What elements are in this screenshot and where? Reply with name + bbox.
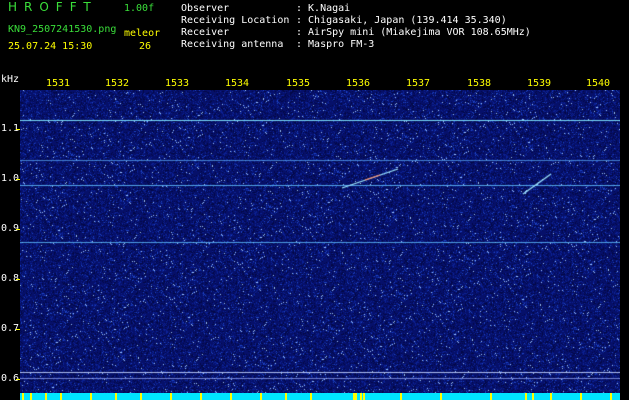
x-tick-label: 1532 [105, 78, 130, 89]
x-tick-label: 1533 [165, 78, 190, 89]
observer-value: : K.Nagai [296, 3, 351, 14]
spectrogram-waterfall [20, 90, 620, 393]
observer-label: Observer [181, 3, 230, 14]
signal-marker [610, 393, 612, 400]
signal-marker [525, 393, 527, 400]
signal-marker [230, 393, 232, 400]
antenna-value: : Maspro FM-3 [296, 39, 375, 50]
y-axis-unit: kHz [1, 74, 20, 85]
signal-marker [60, 393, 62, 400]
header-panel: HROFFT 1.00f KN9_2507241530.png meleor 2… [0, 0, 629, 76]
signal-marker [200, 393, 202, 400]
signal-strength-bar [20, 393, 620, 400]
filename-label: KN9_2507241530.png [8, 24, 117, 35]
signal-marker [490, 393, 492, 400]
antenna-label: Receiving antenna [181, 39, 284, 50]
x-tick-label: 1540 [586, 78, 611, 89]
receiver-value: : AirSpy mini (Miakejima VOR 108.65MHz) [296, 27, 531, 38]
signal-marker [532, 393, 534, 400]
signal-marker [115, 393, 117, 400]
signal-marker [550, 393, 552, 400]
signal-marker [400, 393, 402, 400]
signal-marker [355, 393, 357, 400]
y-axis-ticks: 1.1 1.0 0.9 0.8 0.7 0.6 [0, 90, 20, 400]
x-tick-label: 1536 [346, 78, 371, 89]
location-label: Receiving Location [181, 15, 290, 26]
x-tick-label: 1534 [225, 78, 250, 89]
signal-marker [260, 393, 262, 400]
x-tick-label: 1535 [286, 78, 311, 89]
mode-label: meleor [124, 28, 161, 39]
signal-marker [363, 393, 365, 400]
receiver-label: Receiver [181, 27, 230, 38]
count-label: 26 [139, 41, 152, 52]
app-title: HROFFT [8, 0, 98, 14]
signal-marker [440, 393, 442, 400]
x-tick-label: 1537 [406, 78, 431, 89]
right-margin [620, 90, 629, 393]
datetime-label: 25.07.24 15:30 [8, 41, 93, 52]
signal-marker [140, 393, 142, 400]
signal-marker [310, 393, 312, 400]
signal-marker [285, 393, 287, 400]
signal-marker [22, 393, 24, 400]
signal-marker [45, 393, 47, 400]
version-label: 1.00f [124, 3, 155, 14]
signal-marker [90, 393, 92, 400]
signal-marker [360, 393, 362, 400]
signal-marker [580, 393, 582, 400]
signal-marker [30, 393, 32, 400]
x-tick-label: 1531 [46, 78, 71, 89]
x-tick-label: 1538 [467, 78, 492, 89]
x-tick-label: 1539 [527, 78, 552, 89]
location-value: : Chigasaki, Japan (139.414 35.340) [296, 15, 507, 26]
signal-marker [170, 393, 172, 400]
